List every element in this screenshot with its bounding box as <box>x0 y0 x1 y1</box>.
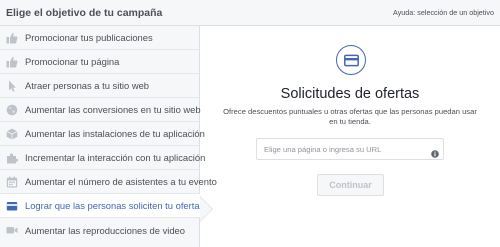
objective-label: Aumentar el número de asistentes a tu ev… <box>25 176 217 187</box>
offer-icon <box>336 45 366 75</box>
objective-item-event-responses[interactable]: Aumentar el número de asistentes a tu ev… <box>0 170 217 194</box>
continue-button[interactable]: Continuar <box>317 174 384 196</box>
page-url-input[interactable] <box>256 138 444 160</box>
help-link[interactable]: Ayuda: selección de un objetivo <box>393 8 494 17</box>
objective-detail-panel: Solicitudes de ofertas Ofrece descuentos… <box>200 26 500 247</box>
offer-icon <box>5 199 18 212</box>
objective-item-video-views[interactable]: Aumentar las reproducciones de video <box>0 218 200 242</box>
objective-label: Aumentar las instalaciones de tu aplicac… <box>25 128 205 139</box>
objective-title: Solicitudes de ofertas <box>280 86 420 102</box>
objective-label: Promocionar tus publicaciones <box>25 32 153 43</box>
objective-sidebar: Promocionar tus publicaciones Promociona… <box>0 26 217 247</box>
objective-label: Incrementar la interacción con tu aplica… <box>25 152 206 163</box>
objective-label: Atraer personas a tu sitio web <box>25 80 150 91</box>
objective-item-website-conversions[interactable]: Aumentar las conversiones en tu sitio we… <box>0 98 201 122</box>
globe-icon <box>5 103 18 116</box>
objective-item-app-installs[interactable]: Aumentar las instalaciones de tu aplicac… <box>0 122 205 146</box>
objective-item-offer-claims[interactable]: Lograr que las personas soliciten tu ofe… <box>0 194 200 218</box>
thumbs-up-icon <box>5 31 18 44</box>
calendar-icon <box>5 175 18 188</box>
objective-item-promote-page[interactable]: Promocionar tu página <box>0 50 200 74</box>
info-icon[interactable] <box>431 145 439 158</box>
objective-item-app-engagement[interactable]: Incrementar la interacción con tu aplica… <box>0 146 205 170</box>
objective-label: Promocionar tu página <box>25 56 120 67</box>
objective-item-boost-posts[interactable]: Promocionar tus publicaciones <box>0 26 200 50</box>
page-title: Elige el objetivo de tu campaña <box>6 7 163 19</box>
objective-description: Ofrece descuentos puntuales u otras ofer… <box>223 107 477 126</box>
box-icon <box>5 127 18 140</box>
objective-label: Lograr que las personas soliciten tu ofe… <box>25 200 200 211</box>
video-camera-icon <box>5 224 18 237</box>
puzzle-icon <box>5 151 18 164</box>
objective-label: Aumentar las conversiones en tu sitio we… <box>25 104 201 115</box>
cursor-icon <box>5 79 18 92</box>
objective-label: Aumentar las reproducciones de video <box>25 224 185 236</box>
thumbs-up-icon <box>5 55 18 68</box>
objective-item-website-traffic[interactable]: Atraer personas a tu sitio web <box>0 74 200 98</box>
header: Elige el objetivo de tu campaña Ayuda: s… <box>0 0 500 26</box>
